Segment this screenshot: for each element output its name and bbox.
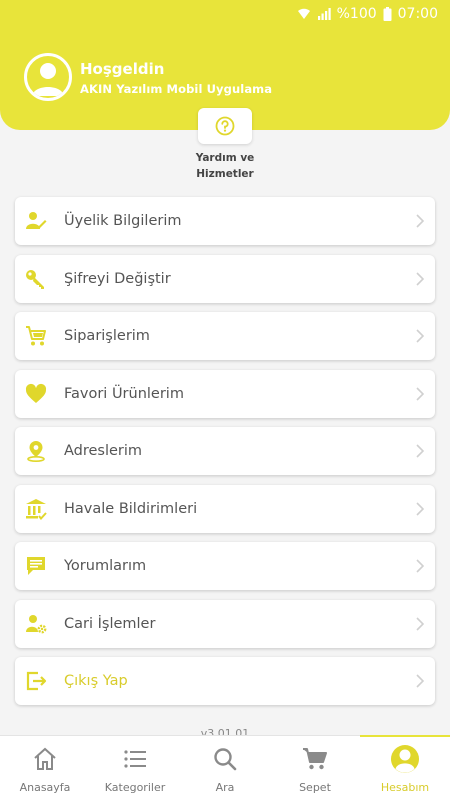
bottom-tab-bar: Anasayfa Kategoriler Ara Sepet Hesabım [0,735,450,800]
question-icon [215,116,235,136]
battery-icon [383,7,392,21]
tab-label: Sepet [299,781,331,794]
user-edit-icon [25,210,47,232]
menu-item-label: Havale Bildirimleri [64,500,198,517]
menu-item-label: Şifreyi Değiştir [64,270,171,287]
menu-item-logout[interactable]: Çıkış Yap [15,657,435,705]
battery-percent: %100 [336,6,377,22]
chevron-right-icon [416,501,425,516]
menu-item-label: Çıkış Yap [64,673,128,689]
tab-label: Kategoriler [104,781,166,794]
chevron-right-icon [416,214,425,228]
tab-search[interactable]: Ara [180,736,270,800]
clock: 07:00 [397,6,438,22]
tab-label: Ara [215,781,235,794]
tab-cart[interactable]: Sepet [270,736,360,800]
account-icon [390,745,420,773]
tab-home[interactable]: Anasayfa [0,736,90,800]
status-bar: %100 07:00 [0,0,450,28]
heart-icon [25,383,47,405]
bank-icon [25,498,47,520]
signal-icon [317,7,331,21]
location-pin-icon [25,440,47,462]
chevron-right-icon [416,616,425,631]
menu-item-comments[interactable]: Yorumlarım [15,542,435,590]
menu-item-account-transactions[interactable]: Cari İşlemler [15,599,435,648]
tab-label: Anasayfa [19,781,71,794]
user-settings-icon [25,613,47,635]
tab-account[interactable]: Hesabım [360,735,450,800]
help-label: Yardım ve Hizmetler [175,150,275,182]
cart-icon [25,325,47,347]
avatar[interactable] [24,53,72,101]
menu-item-transfer-notifications[interactable]: Havale Bildirimleri [15,484,435,533]
chevron-right-icon [416,559,425,573]
menu-item-addresses[interactable]: Adreslerim [15,427,435,475]
chevron-right-icon [416,674,425,688]
list-icon [123,746,147,772]
chevron-right-icon [416,444,425,458]
tab-categories[interactable]: Kategoriler [90,736,180,800]
menu-item-label: Favori Ürünlerim [64,385,184,402]
help-button[interactable] [198,108,252,144]
help-label-line1: Yardım ve [195,152,255,164]
chevron-right-icon [416,271,425,286]
key-icon [25,268,47,290]
menu-item-label: Siparişlerim [64,328,150,344]
comment-icon [25,555,47,577]
greeting-subtitle: AKIN Yazılım Mobil Uygulama [80,82,273,96]
account-menu: Üyelik Bilgilerim Şifreyi Değiştir Sipar… [15,197,435,715]
menu-item-change-password[interactable]: Şifreyi Değiştir [15,254,435,303]
home-icon [32,746,58,772]
menu-item-membership[interactable]: Üyelik Bilgilerim [15,197,435,245]
wifi-icon [297,7,311,21]
greeting-title: Hoşgeldin [80,60,165,78]
menu-item-orders[interactable]: Siparişlerim [15,312,435,360]
tab-label: Hesabım [380,781,430,794]
logout-icon [25,670,47,692]
chevron-right-icon [416,329,425,343]
menu-item-label: Adreslerim [64,443,143,459]
menu-item-favorites[interactable]: Favori Ürünlerim [15,369,435,418]
cart-icon [302,746,328,772]
menu-item-label: Yorumlarım [64,558,147,574]
chevron-right-icon [416,386,425,401]
search-icon [213,746,237,772]
help-label-line2: Hizmetler [196,168,254,180]
avatar-icon [32,63,64,96]
menu-item-label: Cari İşlemler [64,615,156,632]
menu-item-label: Üyelik Bilgilerim [64,213,182,229]
